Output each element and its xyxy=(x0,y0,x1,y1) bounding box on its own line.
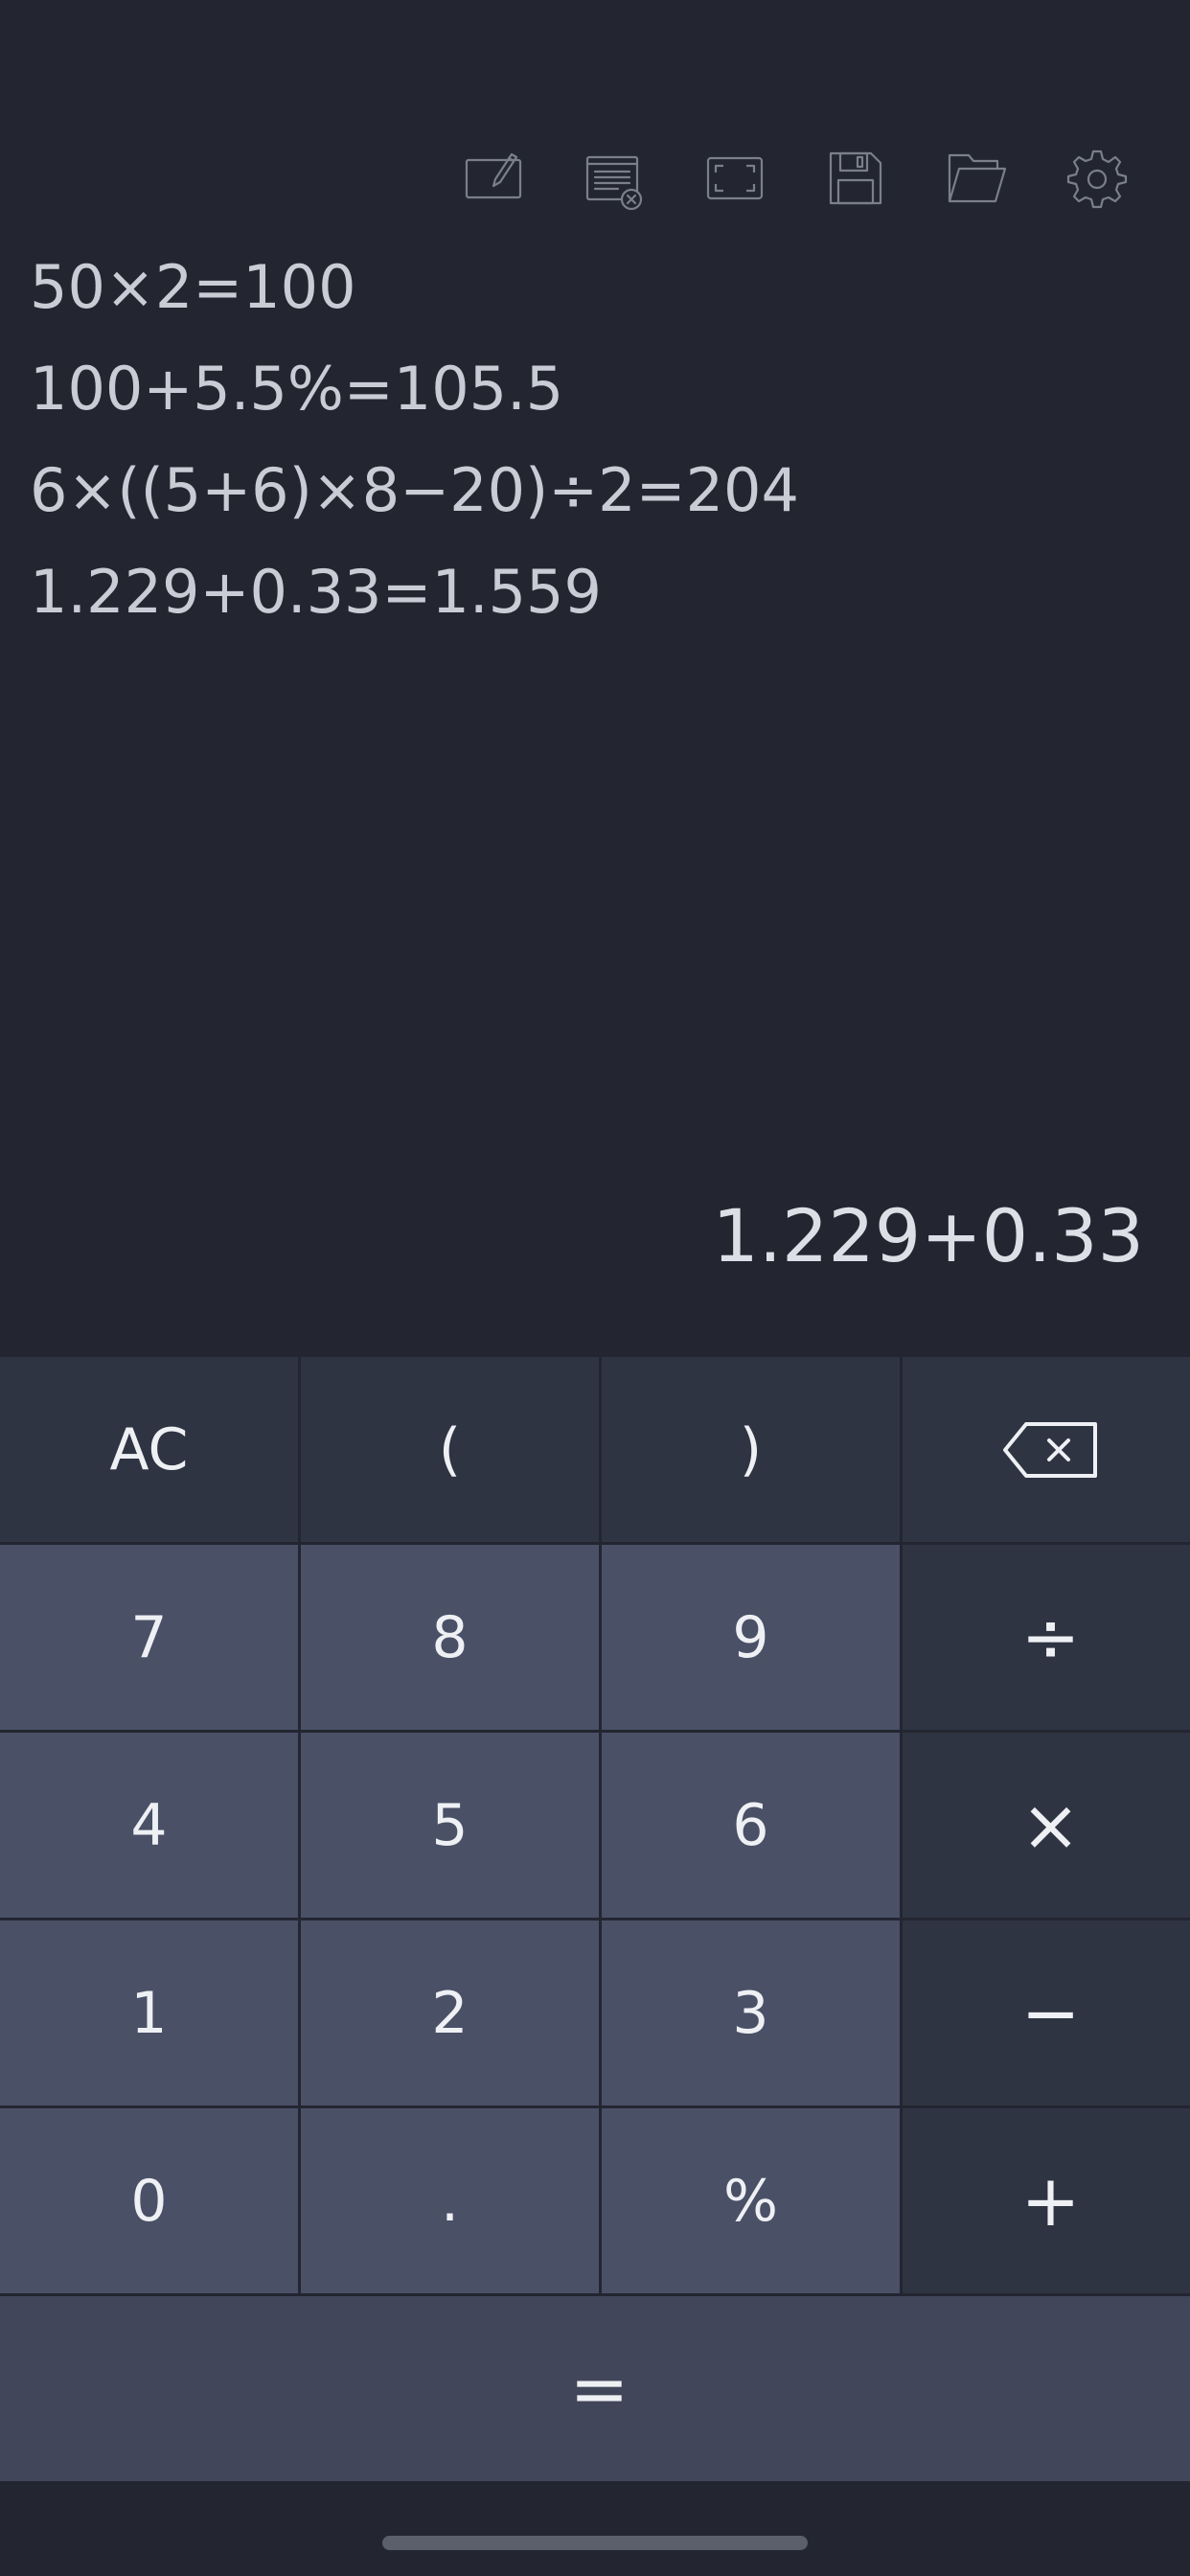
edit-icon[interactable] xyxy=(459,144,528,213)
digit-4-button[interactable]: 4 xyxy=(0,1733,298,1918)
digit-6-button[interactable]: 6 xyxy=(602,1733,900,1918)
history-list: 50×2=100 100+5.5%=105.5 6×((5+6)×8−20)÷2… xyxy=(30,247,1160,654)
history-item[interactable]: 50×2=100 xyxy=(30,247,1160,349)
fullscreen-icon[interactable] xyxy=(700,144,769,213)
backspace-button[interactable] xyxy=(903,1357,1190,1542)
history-item[interactable]: 6×((5+6)×8−20)÷2=204 xyxy=(30,450,1160,552)
clear-history-icon[interactable] xyxy=(578,144,647,213)
history-item[interactable]: 100+5.5%=105.5 xyxy=(30,349,1160,450)
home-indicator[interactable] xyxy=(382,2536,808,2550)
keypad: AC ( ) 7 8 9 ÷ 4 5 6 × 1 2 3 − 0 . % + = xyxy=(0,1357,1190,2481)
digit-5-button[interactable]: 5 xyxy=(301,1733,599,1918)
expression-display: 1.229+0.33 xyxy=(712,1193,1144,1278)
toolbar xyxy=(0,144,1190,213)
percent-button[interactable]: % xyxy=(602,2108,900,2293)
backspace-icon xyxy=(1001,1420,1101,1480)
divide-button[interactable]: ÷ xyxy=(903,1545,1190,1730)
save-icon[interactable] xyxy=(821,144,890,213)
decimal-button[interactable]: . xyxy=(301,2108,599,2293)
digit-9-button[interactable]: 9 xyxy=(602,1545,900,1730)
digit-2-button[interactable]: 2 xyxy=(301,1920,599,2105)
calculator-app: 50×2=100 100+5.5%=105.5 6×((5+6)×8−20)÷2… xyxy=(0,0,1190,2576)
history-item[interactable]: 1.229+0.33=1.559 xyxy=(30,552,1160,654)
clear-button[interactable]: AC xyxy=(0,1357,298,1542)
equals-button[interactable]: = xyxy=(0,2296,1190,2481)
digit-8-button[interactable]: 8 xyxy=(301,1545,599,1730)
plus-button[interactable]: + xyxy=(903,2108,1190,2293)
digit-7-button[interactable]: 7 xyxy=(0,1545,298,1730)
digit-1-button[interactable]: 1 xyxy=(0,1920,298,2105)
digit-3-button[interactable]: 3 xyxy=(602,1920,900,2105)
open-paren-button[interactable]: ( xyxy=(301,1357,599,1542)
close-paren-button[interactable]: ) xyxy=(602,1357,900,1542)
folder-icon[interactable] xyxy=(942,144,1011,213)
multiply-button[interactable]: × xyxy=(903,1733,1190,1918)
minus-button[interactable]: − xyxy=(903,1920,1190,2105)
settings-icon[interactable] xyxy=(1063,144,1132,213)
digit-0-button[interactable]: 0 xyxy=(0,2108,298,2293)
